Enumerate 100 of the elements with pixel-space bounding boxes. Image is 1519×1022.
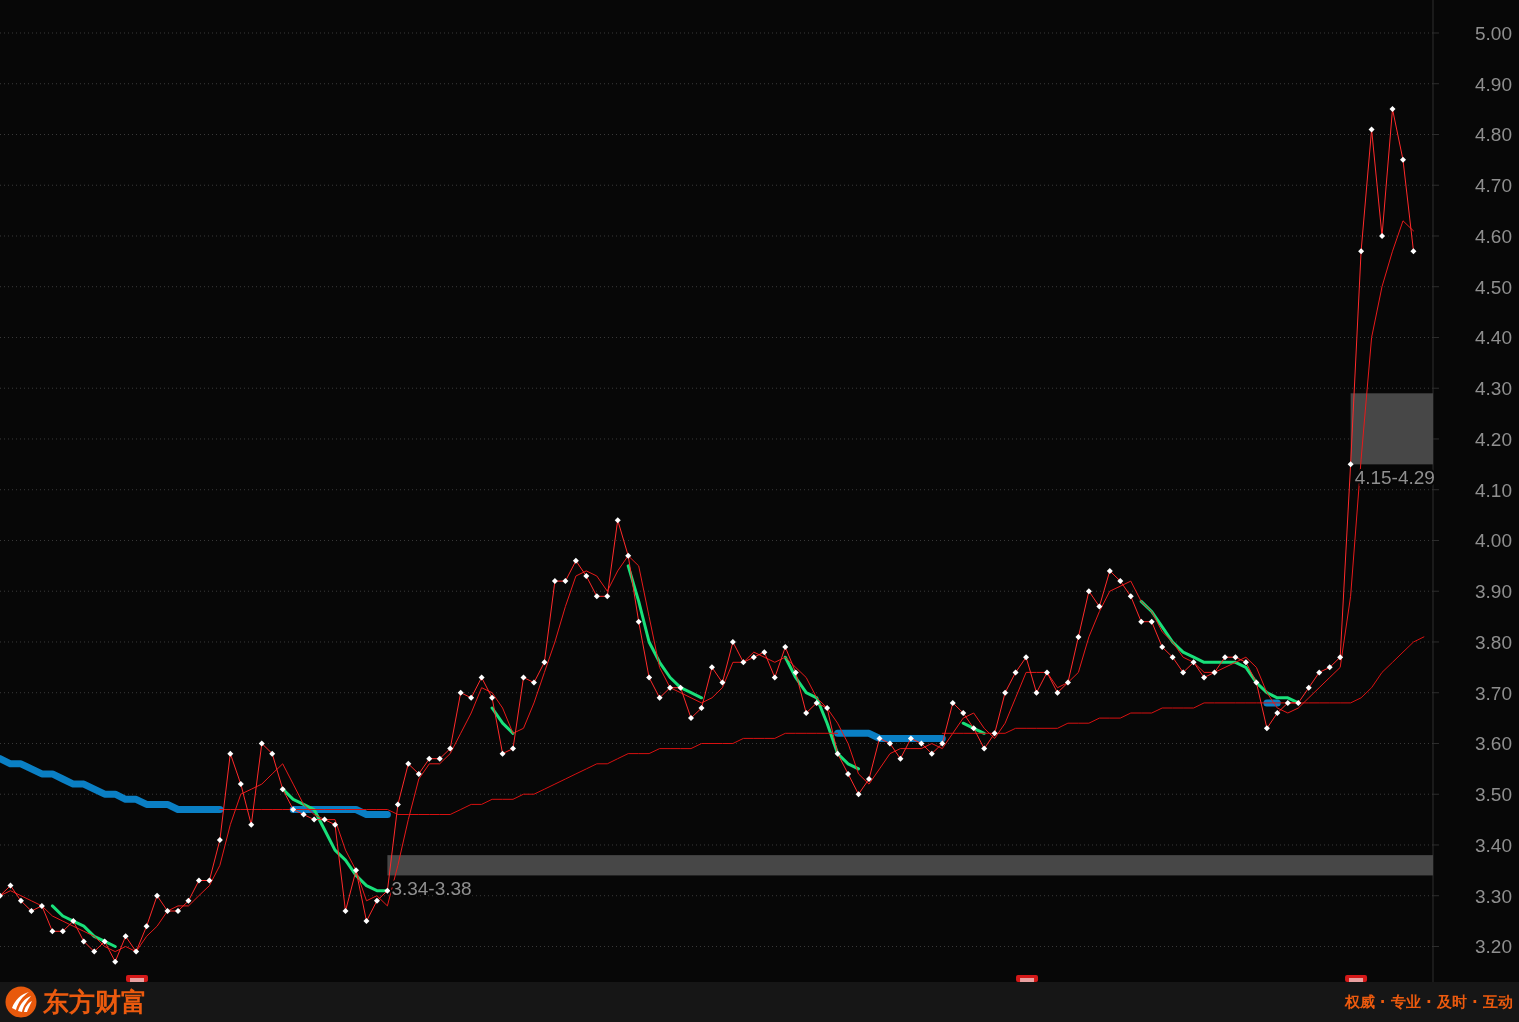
data-point	[394, 801, 401, 808]
data-point	[405, 760, 412, 767]
data-point	[478, 674, 485, 681]
axis-tick-label: 3.40	[1475, 835, 1512, 856]
data-point	[1389, 106, 1396, 113]
data-point	[1242, 659, 1249, 666]
data-point	[886, 740, 893, 747]
data-point	[572, 557, 579, 564]
data-point	[1305, 684, 1312, 691]
data-point	[1326, 664, 1333, 671]
data-point	[1347, 461, 1354, 468]
data-point	[154, 892, 161, 899]
data-point	[1054, 689, 1061, 696]
event-marker-icon[interactable]	[126, 975, 148, 982]
data-point	[28, 907, 35, 914]
data-point	[279, 786, 286, 793]
event-marker-icon[interactable]	[1345, 975, 1368, 982]
axis-tick-label: 4.30	[1475, 378, 1512, 400]
axis-tick-label: 4.20	[1475, 429, 1512, 450]
data-point	[949, 699, 956, 706]
data-point	[750, 654, 757, 661]
data-point	[185, 897, 192, 904]
data-point	[1180, 669, 1187, 676]
data-point	[1379, 233, 1386, 239]
data-point	[583, 573, 590, 579]
event-marker-icon[interactable]	[1016, 975, 1039, 982]
axis-tick-label: 4.80	[1475, 124, 1512, 146]
data-point	[290, 806, 297, 813]
data-point	[792, 669, 799, 676]
data-point	[1295, 699, 1302, 706]
data-point	[353, 867, 359, 874]
axis-tick-label: 3.30	[1475, 885, 1512, 907]
axis-tick-label: 3.80	[1475, 632, 1512, 653]
data-point	[216, 836, 223, 843]
axis-tick-label: 3.60	[1475, 733, 1512, 755]
data-point	[1274, 710, 1281, 717]
data-point	[876, 735, 883, 742]
data-point	[101, 938, 108, 945]
data-point	[855, 791, 862, 798]
data-point	[1138, 618, 1145, 625]
data-point	[38, 902, 45, 909]
data-point	[1211, 669, 1218, 676]
data-point	[960, 710, 967, 717]
brand-name: 东方财富	[43, 985, 147, 1019]
data-point	[1337, 654, 1344, 661]
data-point	[907, 735, 914, 742]
data-point	[300, 811, 307, 818]
data-point	[237, 781, 244, 788]
data-point	[7, 882, 14, 889]
axis-tick-label: 3.20	[1475, 936, 1512, 958]
axis-tick-label: 4.70	[1475, 175, 1512, 197]
axis-tick-label: 4.40	[1475, 327, 1512, 349]
data-point	[970, 725, 977, 732]
data-point	[133, 948, 140, 955]
data-point	[91, 948, 98, 955]
data-point	[1096, 603, 1103, 610]
data-point	[625, 552, 632, 559]
data-point	[551, 578, 558, 585]
data-point	[373, 897, 380, 904]
data-point	[981, 745, 988, 752]
data-point	[1284, 699, 1291, 706]
data-point	[80, 938, 87, 945]
data-point	[614, 517, 621, 524]
data-point	[112, 958, 119, 965]
data-point	[740, 659, 747, 666]
data-point	[656, 694, 663, 701]
data-point	[363, 918, 370, 925]
data-point	[1002, 689, 1009, 696]
data-point	[803, 710, 810, 717]
data-point	[489, 694, 496, 701]
data-point	[1201, 674, 1208, 681]
data-point	[49, 928, 56, 935]
data-point	[426, 755, 433, 762]
data-point	[468, 694, 475, 701]
data-point	[17, 897, 24, 904]
data-point	[227, 750, 234, 757]
data-point	[1410, 248, 1417, 255]
data-point	[332, 821, 339, 828]
data-point	[562, 578, 569, 585]
axis-tick-label: 4.00	[1475, 530, 1512, 552]
axis-tick-label: 3.90	[1475, 581, 1512, 603]
data-point	[593, 593, 600, 600]
data-point	[164, 907, 171, 914]
data-point	[771, 674, 778, 681]
data-point	[708, 664, 715, 671]
data-point	[1085, 588, 1092, 595]
data-point	[729, 639, 736, 645]
data-point	[897, 755, 904, 762]
data-point	[258, 740, 265, 747]
data-point	[1263, 725, 1270, 732]
data-point	[1075, 633, 1082, 640]
axis-tick-label: 4.60	[1475, 226, 1512, 247]
data-point	[688, 715, 694, 722]
data-point	[520, 674, 527, 681]
data-point	[311, 816, 318, 823]
data-point	[834, 750, 841, 757]
slogan: 权威 · 专业 · 及时 · 互动	[1344, 992, 1513, 1012]
data-point	[719, 679, 726, 686]
data-point	[1316, 669, 1323, 676]
axis-tick-label: 3.70	[1475, 682, 1512, 704]
